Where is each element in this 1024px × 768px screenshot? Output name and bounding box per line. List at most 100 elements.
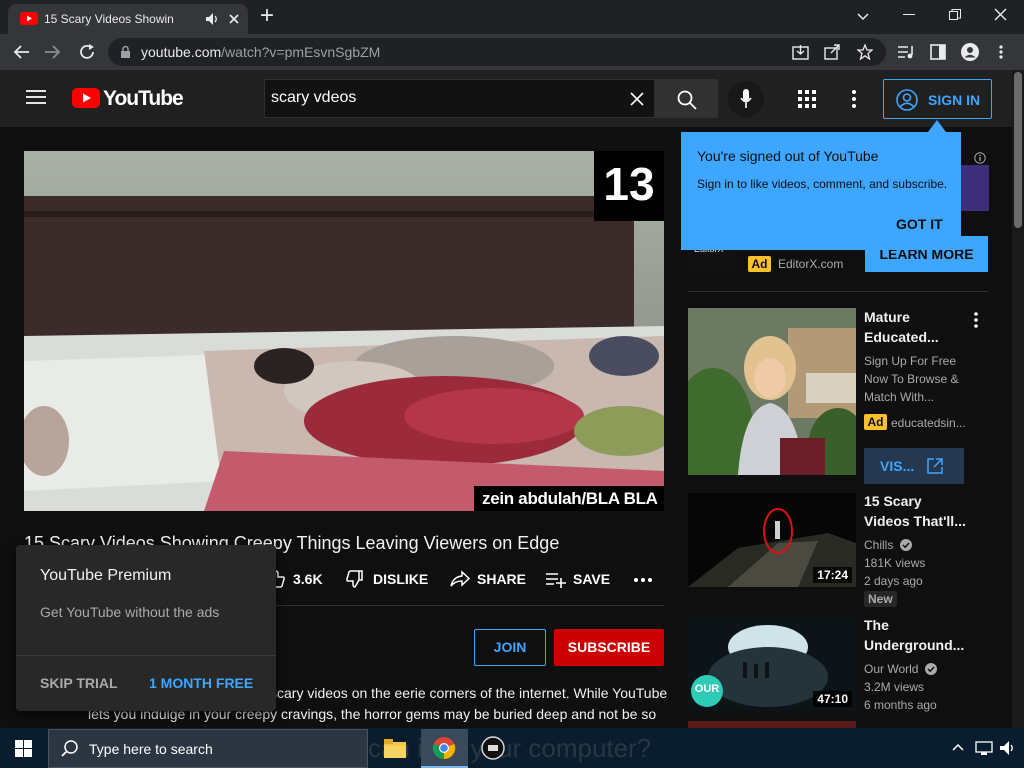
show-hidden-icons[interactable]: [952, 742, 964, 752]
tab-close-icon[interactable]: [227, 12, 241, 26]
chrome-menu-icon[interactable]: [999, 44, 1003, 60]
voice-search-button[interactable]: [728, 81, 764, 117]
close-window-button[interactable]: [994, 8, 1007, 21]
verified-badge-icon: [899, 539, 912, 551]
share-arrow-icon: [449, 569, 471, 589]
related-video-thumbnail[interactable]: 17:24: [688, 493, 856, 587]
ad-card-thumbnail[interactable]: [688, 308, 856, 475]
taskbar-search-icon: [61, 740, 79, 758]
youtube-favicon-icon: [20, 12, 38, 25]
save-button[interactable]: SAVE: [545, 569, 615, 589]
clear-search-icon[interactable]: [630, 92, 644, 106]
page-scrollbar[interactable]: [1012, 70, 1024, 728]
sign-in-label: SIGN IN: [928, 92, 981, 108]
forward-icon[interactable]: [44, 44, 62, 60]
ad-info-icon[interactable]: [974, 152, 986, 164]
apps-grid-icon[interactable]: [798, 90, 816, 108]
search-input[interactable]: scary vdeos: [264, 79, 655, 118]
minimize-button[interactable]: [903, 14, 915, 15]
profile-icon[interactable]: [961, 43, 979, 61]
subscribe-button[interactable]: SUBSCRIBE: [554, 629, 664, 666]
network-icon[interactable]: [975, 740, 993, 756]
video-frame: [24, 151, 664, 511]
got-it-button[interactable]: GOT IT: [896, 216, 943, 232]
one-month-free-button[interactable]: 1 MONTH FREE: [149, 675, 253, 691]
tab-search-icon[interactable]: [856, 10, 870, 24]
related-video-title-line-2[interactable]: Videos That'll...: [864, 511, 966, 531]
guide-menu-icon[interactable]: [26, 89, 46, 105]
visit-site-button[interactable]: VIS...: [864, 448, 964, 484]
channel-name[interactable]: Chills: [864, 536, 912, 554]
popup-body: Sign in to like videos, comment, and sub…: [697, 177, 948, 191]
premium-promo-dialog: YouTube Premium Get YouTube without the …: [16, 545, 276, 711]
related-video-title-line-1[interactable]: The: [864, 615, 889, 635]
chrome-taskbar-icon[interactable]: [421, 729, 468, 768]
youtube-logo-icon: [72, 88, 100, 108]
related-video-title-line-1[interactable]: 15 Scary: [864, 491, 922, 511]
skip-trial-button[interactable]: SKIP TRIAL: [40, 675, 118, 691]
bookmark-star-icon[interactable]: [857, 44, 873, 60]
dislike-button[interactable]: DISLIKE: [345, 569, 435, 589]
back-icon[interactable]: [12, 44, 30, 60]
windows-start-icon[interactable]: [15, 740, 32, 757]
ad-card-title-line-2[interactable]: Educated...: [864, 327, 939, 347]
scrollbar-thumb[interactable]: [1014, 72, 1022, 228]
search-query: scary vdeos: [271, 89, 357, 106]
video-watermark: zein abdulah/BLA BLA: [474, 486, 664, 511]
ad-card-more-icon[interactable]: [974, 312, 978, 328]
ad-card-desc-line-2: Now To Browse &: [864, 372, 959, 386]
view-count: 3.2M views: [864, 680, 925, 694]
search-button[interactable]: [655, 79, 718, 118]
related-video-thumbnail[interactable]: OUR 47:10: [688, 617, 856, 711]
thumb-down-icon: [345, 569, 365, 589]
lock-icon[interactable]: [120, 45, 131, 59]
next-related-thumbnail[interactable]: [688, 721, 856, 728]
sign-in-button[interactable]: SIGN IN: [883, 79, 992, 119]
settings-more-icon[interactable]: [852, 90, 856, 108]
side-panel-icon[interactable]: [930, 44, 946, 60]
ad-domain: EditorX.com: [778, 257, 844, 271]
taskbar-search-box[interactable]: Type here to search: [48, 729, 368, 768]
premium-divider: [16, 655, 276, 656]
address-bar[interactable]: youtube.com/watch?v=pmEsvnSgbZM: [108, 38, 886, 66]
open-external-icon: [926, 457, 944, 475]
ad-card-desc-line-1: Sign Up For Free: [864, 354, 957, 368]
youtube-logo-text: YouTube: [103, 87, 184, 110]
save-label: SAVE: [573, 571, 611, 587]
browser-tab[interactable]: 15 Scary Videos Showing Cre: [8, 4, 248, 34]
app-taskbar-icon[interactable]: [481, 736, 505, 760]
channel-logo-text: OUR: [694, 683, 720, 695]
share-page-icon[interactable]: [824, 44, 841, 60]
install-app-icon[interactable]: [792, 44, 809, 60]
microphone-icon: [740, 89, 752, 109]
share-button[interactable]: SHARE: [449, 569, 529, 589]
ad-badge: Ad: [748, 256, 771, 272]
join-button[interactable]: JOIN: [474, 629, 546, 666]
ad-card-desc-line-3: Match With...: [864, 390, 935, 404]
share-label: SHARE: [477, 571, 527, 587]
url-host: youtube.com: [141, 44, 222, 60]
channel-logo-badge: OUR: [691, 675, 723, 707]
upload-age: 2 days ago: [864, 574, 923, 588]
ad-banner-image: [961, 165, 989, 211]
restore-button[interactable]: [949, 9, 961, 21]
signed-out-popup: You're signed out of YouTube Sign in to …: [681, 132, 961, 250]
volume-icon[interactable]: [999, 740, 1017, 756]
media-controls-icon[interactable]: [897, 44, 915, 60]
sidebar-divider: [688, 291, 988, 292]
related-video-title-line-2[interactable]: Underground...: [864, 635, 964, 655]
ad-card-title-line-1[interactable]: Mature: [864, 307, 910, 327]
reload-icon[interactable]: [78, 43, 96, 61]
video-player[interactable]: 13 zein abdulah/BLA BLA: [24, 151, 664, 511]
file-explorer-icon[interactable]: [384, 738, 406, 758]
more-actions-icon[interactable]: [634, 578, 652, 582]
ad-card-image: [688, 308, 856, 475]
channel-name[interactable]: Our World: [864, 660, 937, 678]
tab-title: 15 Scary Videos Showing Cre: [44, 12, 174, 26]
new-tab-button[interactable]: +: [260, 3, 274, 29]
channel-name-label: Our World: [864, 662, 919, 676]
ad-card-badge: Ad: [864, 414, 887, 430]
ad-card-domain: educatedsin...: [891, 416, 966, 430]
audio-playing-icon[interactable]: [205, 12, 219, 26]
verified-badge-icon: [924, 663, 937, 675]
